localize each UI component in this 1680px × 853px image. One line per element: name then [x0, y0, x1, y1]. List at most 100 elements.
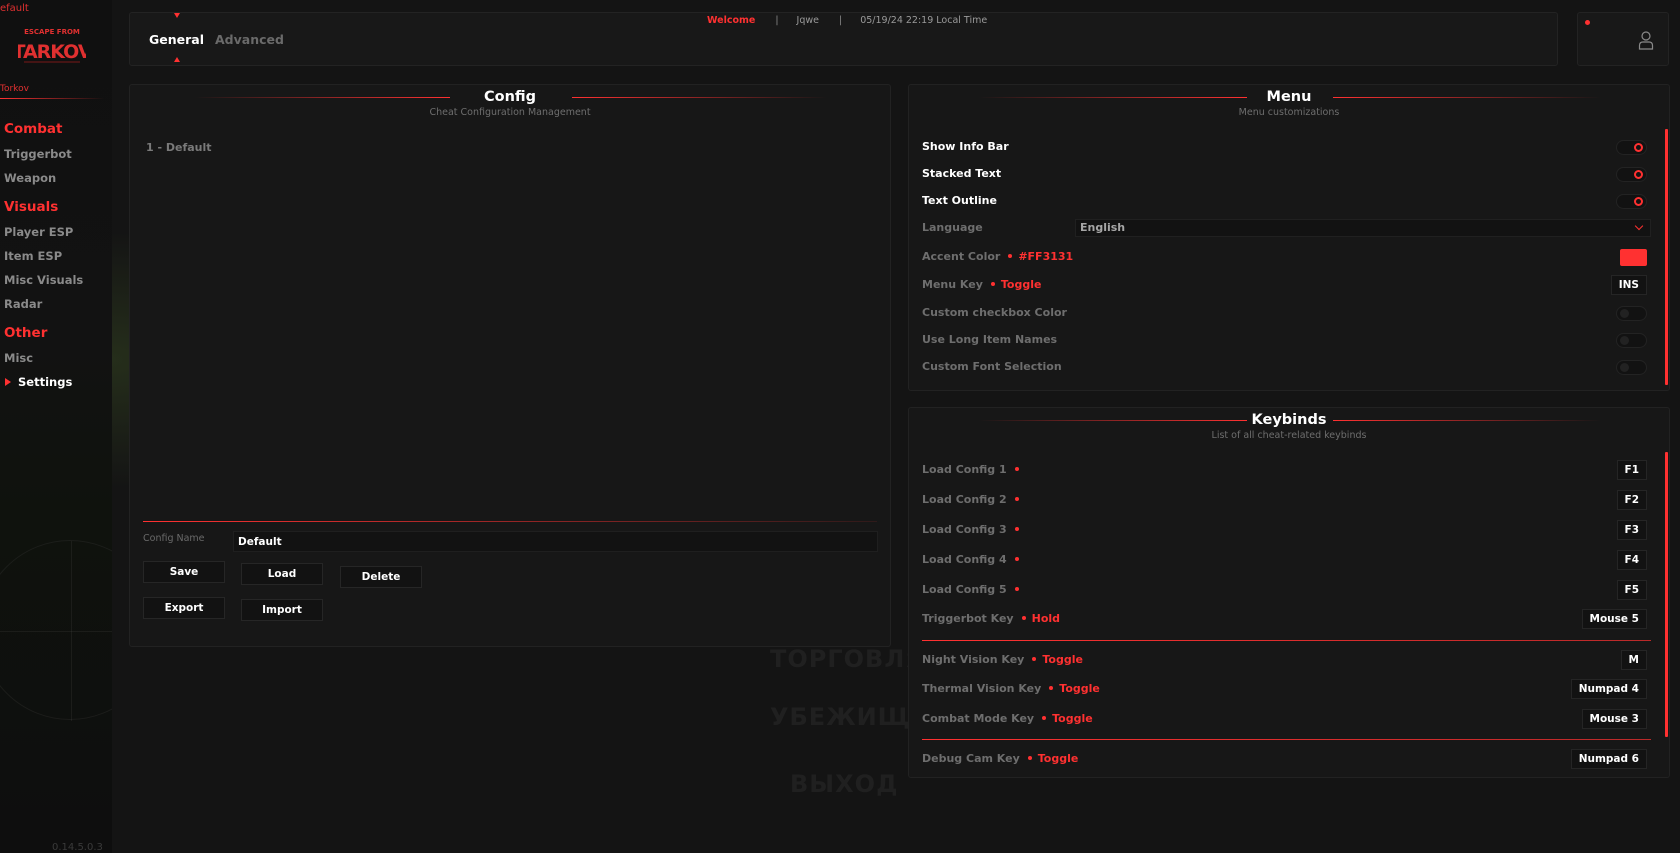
custom-checkbox-color-toggle[interactable] [1616, 306, 1647, 321]
config-name-label: Config Name [143, 533, 205, 544]
dot-icon [1042, 716, 1047, 720]
keybind-row-load-config-3: Load Config 3 F3 [922, 520, 1651, 540]
keybind-label: Night Vision Key Toggle [922, 653, 1083, 666]
setting-custom-checkbox-color: Custom checkbox Color [922, 303, 1651, 323]
sidebar-item-triggerbot[interactable]: Triggerbot [0, 142, 112, 166]
title-line-right [1333, 420, 1601, 421]
setting-label: Custom checkbox Color [922, 306, 1067, 319]
keybind-row-load-config-4: Load Config 4 F4 [922, 550, 1651, 570]
keybind-button[interactable]: Mouse 5 [1581, 609, 1647, 629]
sidebar-category-other: Other [4, 325, 48, 341]
menu-subtitle: Menu customizations [1238, 107, 1340, 118]
dot-icon [1021, 616, 1026, 620]
keybind-button[interactable]: F3 [1616, 520, 1647, 540]
keybind-label: Thermal Vision Key Toggle [922, 682, 1100, 695]
sidebar-item-player-esp[interactable]: Player ESP [0, 220, 112, 244]
keybind-name: Load Config 4 [922, 553, 1007, 566]
setting-stacked-text: Stacked Text [922, 164, 1651, 184]
toggle-knob [1620, 309, 1629, 318]
sidebar-item-radar[interactable]: Radar [0, 292, 112, 316]
welcome-separator: | [775, 15, 779, 26]
toggle-knob [1634, 170, 1643, 179]
sidebar-item-misc[interactable]: Misc [0, 346, 112, 370]
show-info-bar-toggle[interactable] [1616, 140, 1647, 155]
keybind-name: Debug Cam Key [922, 752, 1020, 765]
sidebar-item-weapon[interactable]: Weapon [0, 166, 112, 190]
keybind-button[interactable]: Numpad 4 [1570, 679, 1647, 699]
keybind-row-load-config-1: Load Config 1 F1 [922, 460, 1651, 480]
toggle-knob [1620, 336, 1629, 345]
dot-icon [1032, 657, 1037, 661]
keybind-button[interactable]: F4 [1616, 550, 1647, 570]
setting-label: Language [922, 221, 983, 234]
config-list-item[interactable]: 1 - Default [146, 141, 212, 154]
user-icon[interactable] [1638, 30, 1654, 50]
tab-advanced[interactable]: Advanced [215, 32, 284, 47]
keybind-label: Load Config 5 [922, 583, 1019, 596]
sidebar-category-visuals: Visuals [4, 199, 59, 215]
text-outline-toggle[interactable] [1616, 194, 1647, 209]
sidebar-item-misc-visuals[interactable]: Misc Visuals [0, 268, 112, 292]
dot-icon [1014, 587, 1019, 591]
keybind-button[interactable]: Numpad 6 [1570, 749, 1647, 769]
welcome-text: Welcome [707, 15, 756, 26]
accent-color-label: Accent Color [922, 250, 1001, 263]
keybind-name: Load Config 1 [922, 463, 1007, 476]
import-button[interactable]: Import [241, 599, 323, 621]
keybind-label: Load Config 4 [922, 553, 1019, 566]
sidebar-item-item-esp[interactable]: Item ESP [0, 244, 112, 268]
dot-icon [990, 282, 995, 286]
keybind-button[interactable]: M [1620, 650, 1647, 670]
menu-key-button[interactable]: INS [1610, 275, 1647, 295]
language-value: English [1080, 221, 1126, 234]
delete-button[interactable]: Delete [340, 566, 422, 588]
top-bar: General Advanced Welcome | Jqwe | 05/19/… [129, 12, 1558, 66]
keybind-row-triggerbot: Triggerbot Key Hold Mouse 5 [922, 609, 1651, 629]
accent-color-swatch[interactable] [1620, 249, 1647, 266]
dot-icon [1014, 557, 1019, 561]
chevron-down-icon [1634, 221, 1644, 231]
use-long-item-names-toggle[interactable] [1616, 333, 1647, 348]
keybind-name: Night Vision Key [922, 653, 1025, 666]
language-select[interactable]: English [1075, 219, 1651, 237]
bg-menu-trade: ТОРГОВЛЯ [770, 645, 925, 673]
keybinds-scrollbar[interactable] [1665, 452, 1668, 737]
load-button[interactable]: Load [241, 563, 323, 585]
export-button[interactable]: Export [143, 597, 225, 619]
keybind-button[interactable]: F2 [1616, 490, 1647, 510]
keybind-row-load-config-5: Load Config 5 F5 [922, 580, 1651, 600]
setting-custom-font-selection: Custom Font Selection [922, 357, 1651, 377]
config-subtitle: Cheat Configuration Management [429, 107, 591, 118]
keybind-row-combat-mode: Combat Mode Key Toggle Mouse 3 [922, 709, 1651, 729]
game-tag: Torkov [0, 84, 29, 94]
keybind-name: Load Config 5 [922, 583, 1007, 596]
keybind-button[interactable]: F1 [1616, 460, 1647, 480]
dot-icon [1027, 756, 1032, 760]
setting-label: Show Info Bar [922, 140, 1009, 153]
keybind-label: Debug Cam Key Toggle [922, 752, 1078, 765]
stacked-text-toggle[interactable] [1616, 167, 1647, 182]
setting-accent-color: Accent Color #FF3131 [922, 247, 1651, 267]
keybind-name: Load Config 2 [922, 493, 1007, 506]
custom-font-selection-toggle[interactable] [1616, 360, 1647, 375]
keybind-mode: Toggle [1037, 752, 1079, 765]
sidebar-item-settings[interactable]: Settings [0, 370, 112, 394]
dot-icon [1014, 497, 1019, 501]
keybind-mode: Toggle [1042, 653, 1083, 666]
menu-panel: Menu Menu customizations Show Info Bar S… [908, 84, 1670, 391]
tab-general[interactable]: General [149, 32, 204, 47]
dot-icon [1014, 527, 1019, 531]
menu-scrollbar[interactable] [1665, 129, 1668, 385]
keybind-label: Load Config 3 [922, 523, 1019, 536]
config-name-input[interactable] [233, 531, 878, 552]
status-dot [1585, 20, 1590, 25]
setting-menu-key: Menu Key Toggle INS [922, 275, 1651, 295]
save-button[interactable]: Save [143, 561, 225, 583]
keybind-button[interactable]: Mouse 3 [1581, 709, 1647, 729]
welcome-separator: | [839, 15, 843, 26]
user-box[interactable] [1577, 12, 1669, 66]
keybind-button[interactable]: F5 [1616, 580, 1647, 600]
sidebar: efault ESCAPE FROM TARKOV Torkov Combat … [0, 0, 112, 853]
setting-label: Menu Key Toggle [922, 278, 1041, 291]
keybind-name: Combat Mode Key [922, 712, 1035, 725]
